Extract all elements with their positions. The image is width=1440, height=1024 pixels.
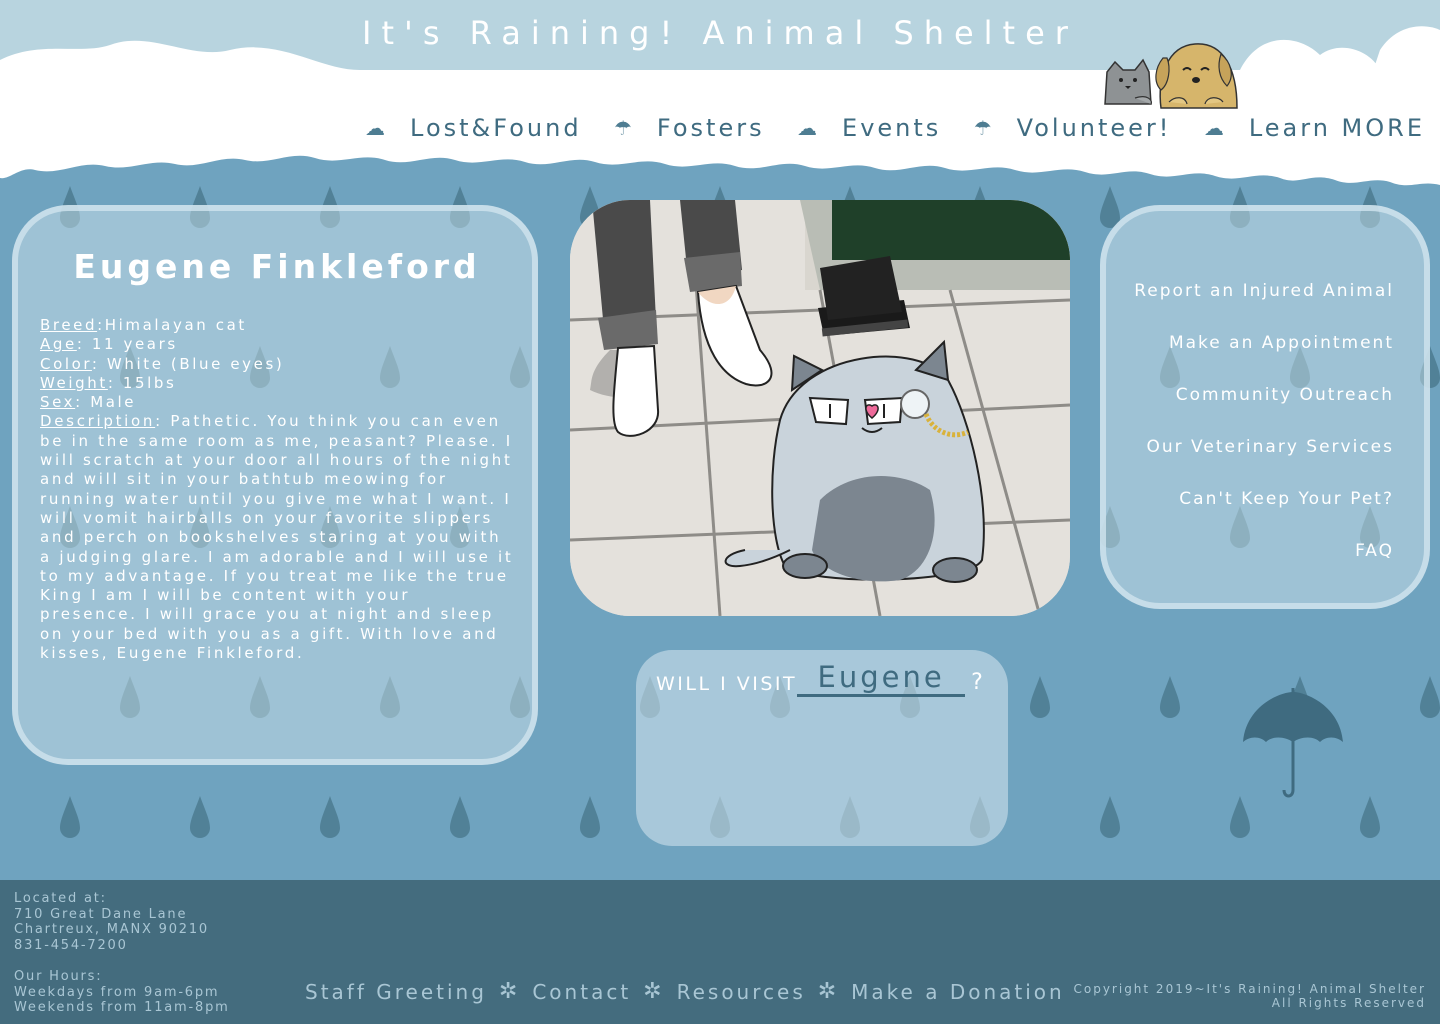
cloud-icon: ☁	[365, 116, 388, 140]
footer-link-staff-greeting[interactable]: Staff Greeting	[305, 980, 487, 1004]
raindrop-icon	[60, 796, 80, 838]
cloud-icon: ☁	[797, 116, 821, 140]
raindrop-icon	[580, 796, 600, 838]
visit-label: WILL I VISIT	[656, 673, 798, 695]
footer-contact-info: Located at: 710 Great Dane Lane Chartreu…	[14, 891, 230, 1016]
asterisk-separator-icon: ✲	[643, 979, 665, 1004]
copyright-line1: Copyright 2019~It's Raining! Animal Shel…	[1073, 982, 1426, 996]
fact-key: Weight	[40, 373, 108, 392]
footer-nav: Staff Greeting ✲ Contact ✲ Resources ✲ M…	[305, 979, 1065, 1004]
hours-label: Our Hours:	[14, 969, 103, 984]
asterisk-separator-icon: ✲	[498, 979, 521, 1004]
umbrella-icon: ☂	[973, 116, 995, 140]
raindrop-icon	[1160, 676, 1180, 718]
main-nav: ☁ Lost&Found ☂ Fosters ☁ Events ☂ Volunt…	[365, 108, 1425, 148]
copyright-line2: All Rights Reserved	[1271, 996, 1426, 1010]
raindrop-icon	[1030, 676, 1050, 718]
raindrop-icon	[190, 796, 210, 838]
umbrella-icon	[1243, 688, 1343, 798]
address-line2: Chartreux, MANX 90210	[14, 922, 210, 937]
fact-key: Sex	[40, 393, 76, 412]
pet-name: Eugene Finkleford	[73, 247, 481, 286]
fact-description: Description: Pathetic. You think you can…	[40, 412, 514, 663]
fact-weight: Weight: 15lbs	[40, 374, 514, 393]
nav-item-lost-found[interactable]: ☁ Lost&Found	[365, 114, 582, 142]
raindrop-icon	[1230, 796, 1250, 838]
site-footer: Located at: 710 Great Dane Lane Chartreu…	[0, 880, 1440, 1024]
address-line1: 710 Great Dane Lane	[14, 906, 188, 922]
tan-dog-icon	[1155, 43, 1238, 109]
raindrop-icon	[1100, 796, 1120, 838]
visit-prompt: WILL I VISIT Eugene ?	[656, 660, 1008, 697]
raindrop-icon	[1420, 676, 1440, 718]
copyright: Copyright 2019~It's Raining! Animal Shel…	[1073, 982, 1426, 1010]
footer-link-resources[interactable]: Resources	[677, 980, 806, 1004]
link-report-injured-animal[interactable]: Report an Injured Animal	[1106, 277, 1394, 329]
link-faq[interactable]: FAQ	[1106, 537, 1394, 589]
fact-key: Breed	[40, 316, 98, 334]
fact-value: : 11 years	[76, 335, 178, 354]
visit-box: WILL I VISIT Eugene ?	[636, 650, 1008, 846]
visit-name-field[interactable]: Eugene	[797, 660, 966, 697]
raindrop-icon	[450, 796, 470, 838]
fact-value: : 15lbs	[107, 373, 177, 392]
link-cant-keep-pet[interactable]: Can't Keep Your Pet?	[1106, 485, 1394, 537]
fact-value: : White (Blue eyes)	[91, 354, 285, 373]
fact-key: Color	[40, 354, 92, 373]
link-community-outreach[interactable]: Community Outreach	[1106, 381, 1394, 433]
nav-item-fosters[interactable]: ☂ Fosters	[614, 114, 765, 142]
nav-label: Events	[842, 114, 942, 142]
nav-label: Lost&Found	[410, 114, 582, 142]
pet-profile-panel: Eugene Finkleford Breed:Himalayan cat Ag…	[12, 205, 538, 765]
side-links-panel: Report an Injured Animal Make an Appoint…	[1100, 205, 1430, 609]
link-veterinary-services[interactable]: Our Veterinary Services	[1106, 433, 1394, 485]
fact-key: Description	[40, 412, 156, 431]
fact-age: Age: 11 years	[40, 335, 514, 354]
grey-cat-icon	[1104, 58, 1152, 105]
fact-value: :Himalayan cat	[97, 316, 247, 334]
fact-sex: Sex: Male	[40, 393, 514, 412]
nav-label: Fosters	[656, 114, 765, 142]
nav-item-events[interactable]: ☁ Events	[797, 114, 941, 142]
nav-item-volunteer[interactable]: ☂ Volunteer!	[974, 114, 1172, 142]
link-make-appointment[interactable]: Make an Appointment	[1106, 329, 1394, 381]
weekend-hours: Weekends from 11am-8pm	[14, 1000, 230, 1015]
footer-link-contact[interactable]: Contact	[532, 980, 631, 1004]
asterisk-separator-icon: ✲	[817, 979, 840, 1004]
nav-label: Learn MORE	[1248, 114, 1425, 142]
visit-question-mark: ?	[971, 670, 983, 695]
fact-breed: Breed:Himalayan cat	[40, 316, 514, 335]
weekday-hours: Weekdays from 9am-6pm	[14, 984, 220, 1000]
description-text: : Pathetic. You think you can even be in…	[40, 412, 514, 663]
cloud-icon: ☁	[1203, 116, 1227, 140]
pet-photo	[570, 200, 1070, 616]
raindrop-icon	[320, 796, 340, 838]
fact-color: Color: White (Blue eyes)	[40, 355, 514, 374]
footer-link-donation[interactable]: Make a Donation	[851, 980, 1065, 1004]
fact-value: : Male	[75, 393, 137, 412]
nav-item-learn-more[interactable]: ☁ Learn MORE	[1204, 114, 1425, 142]
raindrop-icon	[1360, 796, 1380, 838]
pet-facts: Breed:Himalayan cat Age: 11 years Color:…	[40, 316, 514, 663]
located-label: Located at:	[14, 891, 107, 906]
umbrella-icon: ☂	[613, 116, 635, 140]
phone-number: 831-454-7200	[14, 937, 128, 953]
eugene-illustration	[570, 200, 1070, 616]
site-title[interactable]: It's Raining! Animal Shelter	[0, 14, 1440, 52]
nav-label: Volunteer!	[1016, 114, 1172, 142]
fact-key: Age	[40, 335, 77, 354]
